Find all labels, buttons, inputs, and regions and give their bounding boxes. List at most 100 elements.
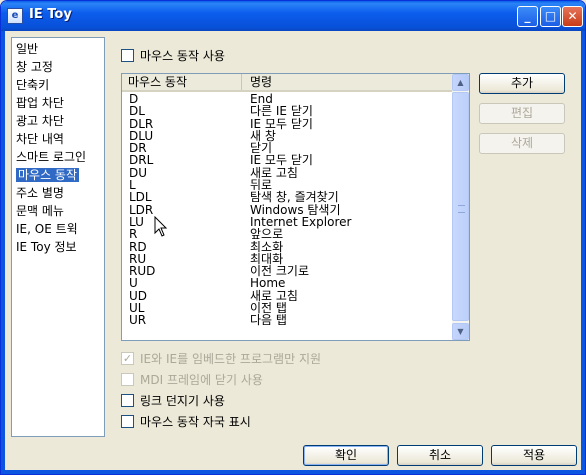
nav-item-label: 일반 <box>16 42 39 56</box>
minimize-button[interactable]: _ <box>517 6 538 27</box>
nav-item[interactable]: 창 고정 <box>12 58 104 76</box>
nav-item-label: 팝업 차단 <box>16 96 64 110</box>
edit-button[interactable]: 편집 <box>479 103 565 124</box>
gesture-code: LDR <box>129 202 154 217</box>
maximize-button[interactable]: □ <box>540 6 561 27</box>
gesture-row[interactable]: DLU 새 창 <box>122 130 453 142</box>
scroll-up-icon[interactable]: ▲ <box>452 74 469 91</box>
gesture-row[interactable]: RUD 이전 크기로 <box>122 265 453 277</box>
mdi-close-label: MDI 프레임에 닫기 사용 <box>140 372 263 387</box>
nav-item-label: IE, OE 트윅 <box>16 222 78 236</box>
gesture-command: 새 창 <box>250 128 276 143</box>
delete-button[interactable]: 삭제 <box>479 133 565 154</box>
scroll-thumb[interactable] <box>452 92 469 321</box>
show-trail-option[interactable]: 마우스 동작 자국 표시 <box>121 413 251 429</box>
nav-item[interactable]: IE Toy 정보 <box>12 238 104 256</box>
gesture-code: UR <box>129 313 147 328</box>
add-button[interactable]: 추가 <box>479 73 565 94</box>
gesture-command: 탐색 창, 즐겨찾기 <box>250 190 339 205</box>
apply-button[interactable]: 적용 <box>491 445 577 466</box>
gesture-command: 새로 고침 <box>250 288 298 303</box>
nav-item-label: 창 고정 <box>16 60 53 74</box>
column-header-command[interactable]: 명령 <box>244 74 453 90</box>
window-frame-left <box>1 31 5 474</box>
gesture-command: 이전 탭 <box>250 301 287 316</box>
gesture-row[interactable]: RD 최소화 <box>122 241 453 253</box>
gesture-command: 뒤로 <box>250 178 273 193</box>
ie-embedded-only-label: IE와 IE를 임베드한 프로그램만 지원 <box>140 351 322 366</box>
gesture-row[interactable]: DLR IE 모두 닫기 <box>122 118 453 130</box>
nav-item-label: IE Toy 정보 <box>16 240 77 254</box>
mouse-pointer-icon <box>154 216 168 237</box>
gesture-row[interactable]: DRL IE 모두 닫기 <box>122 154 453 166</box>
nav-item-label: 스마트 로그인 <box>16 150 87 164</box>
close-button[interactable]: ✕ <box>562 6 583 27</box>
nav-item[interactable]: 차단 내역 <box>12 130 104 148</box>
gesture-row[interactable]: UL 이전 탭 <box>122 302 453 314</box>
gesture-code: DLR <box>129 116 154 131</box>
scroll-down-icon[interactable]: ▼ <box>452 323 469 340</box>
mdi-close-checkbox[interactable] <box>121 372 134 386</box>
nav-item[interactable]: 스마트 로그인 <box>12 148 104 166</box>
nav-item-label: 문맥 메뉴 <box>16 204 64 218</box>
gesture-code: L <box>129 178 136 193</box>
link-throw-option[interactable]: 링크 던지기 사용 <box>121 392 225 408</box>
nav-item[interactable]: 팝업 차단 <box>12 94 104 112</box>
nav-item-label: 단축키 <box>16 78 50 92</box>
ie-embedded-only-checkbox[interactable]: ✓ <box>121 351 134 365</box>
gesture-command: 닫기 <box>250 141 273 156</box>
mdi-close-option[interactable]: MDI 프레임에 닫기 사용 <box>121 371 263 387</box>
gesture-code: UL <box>129 301 145 316</box>
gesture-row[interactable]: LDL 탐색 창, 즐겨찾기 <box>122 191 453 203</box>
gesture-code: RUD <box>129 264 156 279</box>
nav-item[interactable]: 단축키 <box>12 76 104 94</box>
gesture-code: DR <box>129 141 147 156</box>
cancel-button[interactable]: 취소 <box>397 445 483 466</box>
gesture-command: Windows 탐색기 <box>250 202 341 217</box>
nav-item[interactable]: 마우스 동작 <box>12 166 104 184</box>
column-header-gesture[interactable]: 마우스 동작 <box>122 74 242 90</box>
gesture-code: DU <box>129 165 148 180</box>
gesture-rows: D End DL 다른 IE 닫기 DLR IE 모두 닫기 DLU 새 창 DR 닫기 DRL IE… <box>122 93 453 327</box>
gesture-row[interactable]: DU 새로 고침 <box>122 167 453 179</box>
gesture-row[interactable]: DL 다른 IE 닫기 <box>122 105 453 117</box>
gesture-code: R <box>129 227 138 242</box>
gesture-row[interactable]: LU Internet Explorer <box>122 216 453 228</box>
nav-item-label: 마우스 동작 <box>16 168 80 182</box>
gesture-row[interactable]: UD 새로 고침 <box>122 290 453 302</box>
gesture-code: RD <box>129 239 147 254</box>
settings-category-list[interactable]: 일반창 고정단축키팝업 차단광고 차단 차단 내역스마트 로그인마우스 동작주소 … <box>11 37 105 437</box>
gesture-row[interactable]: R 앞으로 <box>122 228 453 240</box>
window-frame-right <box>581 31 585 474</box>
gesture-command: 최소화 <box>250 239 284 254</box>
nav-item[interactable]: 광고 차단 <box>12 112 104 130</box>
gesture-code: DL <box>129 104 145 119</box>
use-mouse-gesture-option[interactable]: 마우스 동작 사용 <box>121 47 225 63</box>
gesture-code: DLU <box>129 128 154 143</box>
gesture-list-header: 마우스 동작 명령 <box>122 74 453 92</box>
nav-item[interactable]: 주소 별명 <box>12 184 104 202</box>
nav-item[interactable]: 일반 <box>12 40 104 58</box>
title-bar[interactable]: e IE Toy _ □ ✕ <box>1 1 585 31</box>
nav-item[interactable]: 문맥 메뉴 <box>12 202 104 220</box>
gesture-command: 새로 고침 <box>250 165 298 180</box>
gesture-row[interactable]: UR 다음 탭 <box>122 314 453 326</box>
gesture-command: 최대화 <box>250 251 284 266</box>
vertical-scrollbar[interactable]: ▲ ▼ <box>452 74 469 340</box>
gesture-command: Home <box>250 276 286 291</box>
ie-embedded-only-option[interactable]: ✓ IE와 IE를 임베드한 프로그램만 지원 <box>121 350 321 366</box>
show-trail-checkbox[interactable] <box>121 414 134 428</box>
ok-button[interactable]: 확인 <box>303 445 389 466</box>
ie-toy-settings-window: e IE Toy _ □ ✕ 일반창 고정단축키팝업 차단광고 차단 차단 내역스… <box>0 0 586 475</box>
nav-item[interactable]: IE, OE 트윅 <box>12 220 104 238</box>
link-throw-checkbox[interactable] <box>121 393 134 407</box>
nav-item-label: 주소 별명 <box>16 186 64 200</box>
gesture-code: UD <box>129 288 148 303</box>
gesture-code: RU <box>129 251 147 266</box>
gesture-code: LDL <box>129 190 152 205</box>
gesture-row[interactable]: U Home <box>122 277 453 289</box>
gesture-code: LU <box>129 214 144 229</box>
use-mouse-gesture-checkbox[interactable] <box>121 48 134 62</box>
gesture-command: End <box>250 92 273 106</box>
gesture-list[interactable]: 마우스 동작 명령 D End DL 다른 IE 닫기 DLR IE 모두 닫기 DLU 새 … <box>121 73 470 341</box>
